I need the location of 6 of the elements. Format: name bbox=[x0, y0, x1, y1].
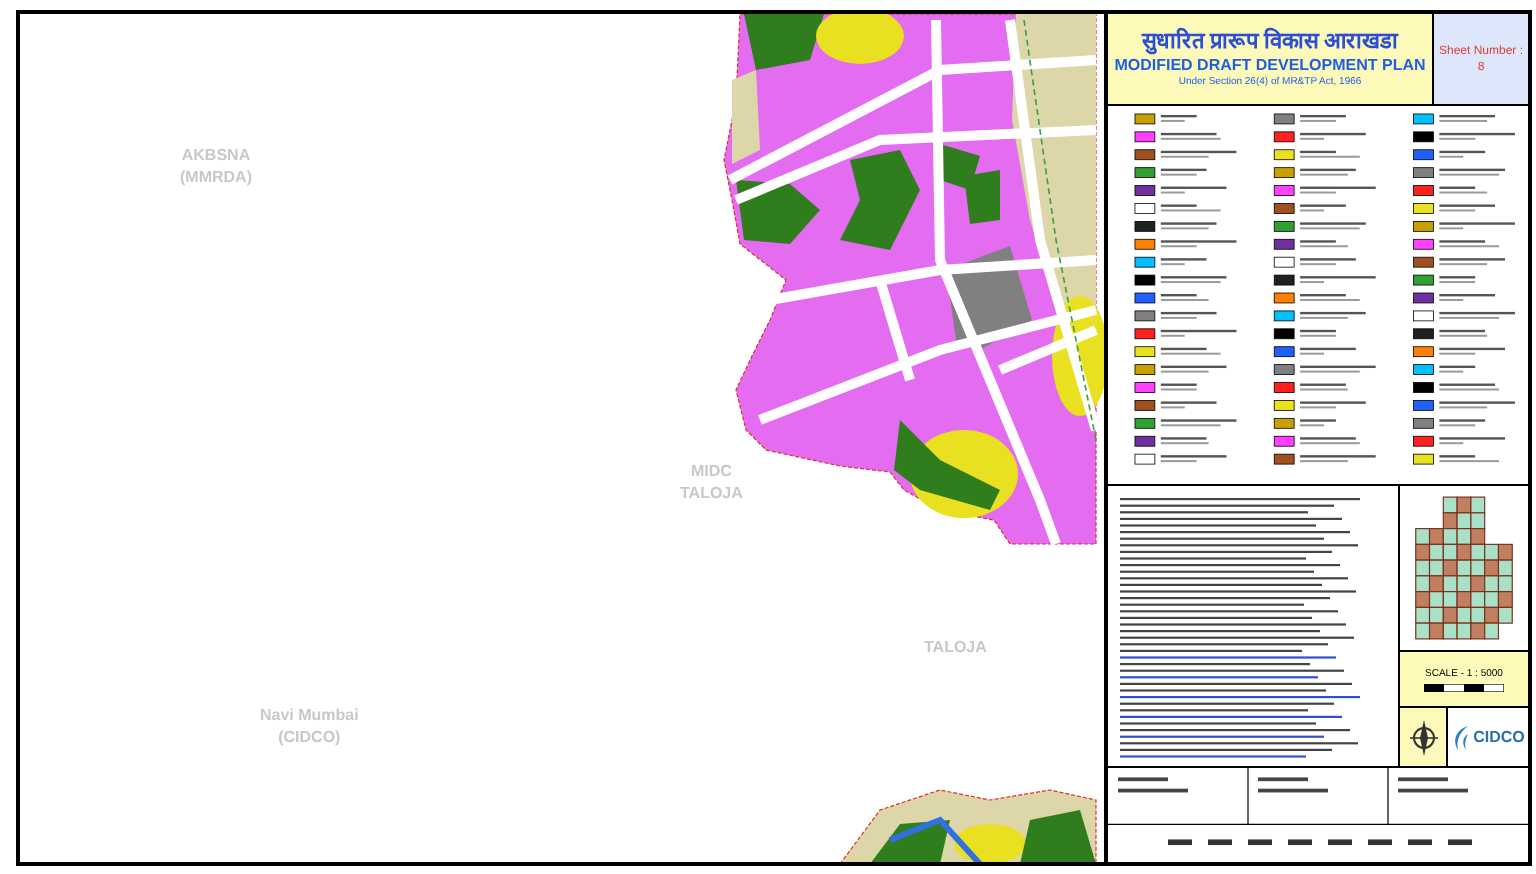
plan-title: MODIFIED DRAFT DEVELOPMENT PLAN bbox=[1114, 55, 1426, 75]
logo-text: CIDCO bbox=[1473, 725, 1525, 749]
compass-icon bbox=[1409, 719, 1437, 755]
title-marathi: सुधारित प्रारूप विकास आराखडा bbox=[1141, 29, 1399, 55]
scale-bar-icon bbox=[1424, 683, 1504, 691]
logo-icon bbox=[1451, 725, 1470, 749]
